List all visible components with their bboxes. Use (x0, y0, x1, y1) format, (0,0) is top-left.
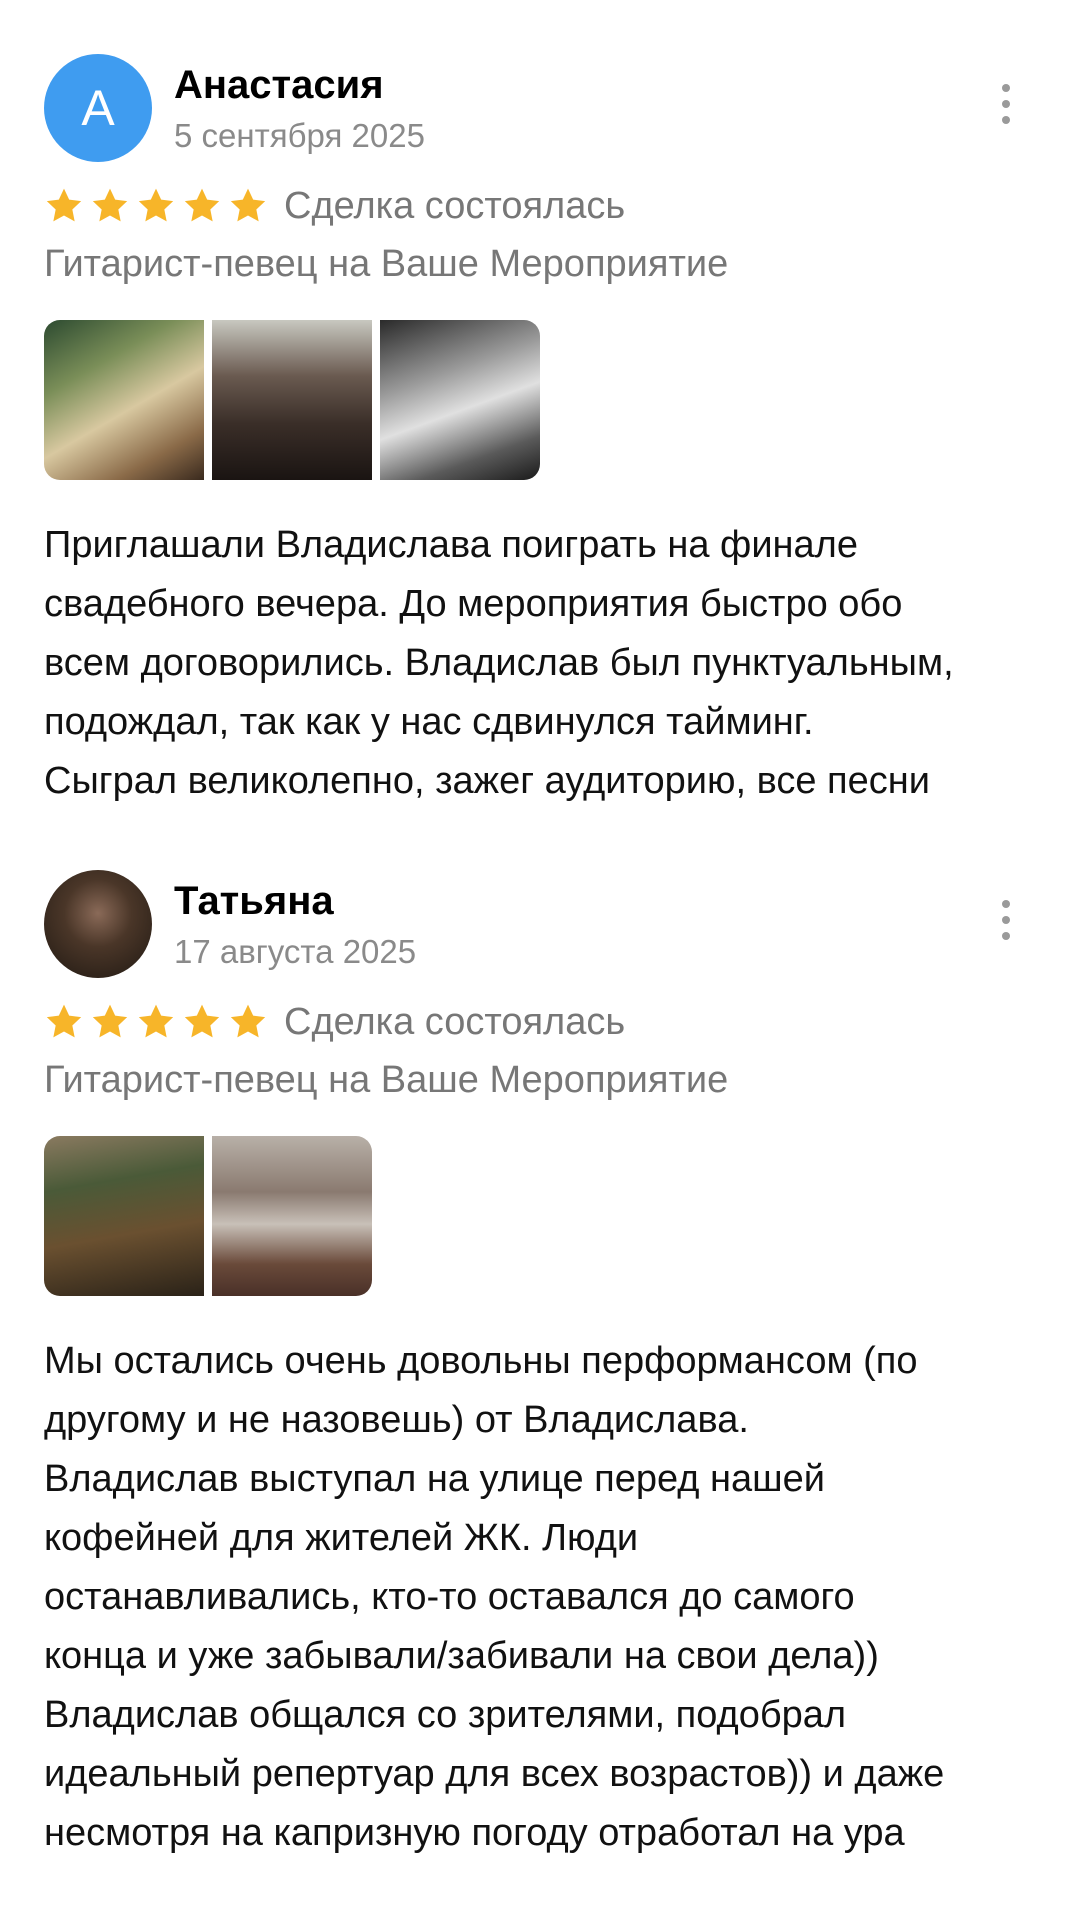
review-photo[interactable] (44, 320, 204, 480)
author-name[interactable]: Анастасия (174, 62, 384, 108)
star-icon (46, 1004, 82, 1038)
more-vertical-icon (1002, 900, 1010, 908)
star-icon (184, 1004, 220, 1038)
star-icon (184, 188, 220, 222)
review-text-line: Владислав общался со зрителями, подобрал (44, 1694, 847, 1736)
review-photos (44, 1136, 1036, 1298)
review-photos (44, 320, 1036, 482)
review-text-line: всем договорились. Владислав был пунктуа… (44, 642, 954, 684)
review-date: 5 сентября 2025 (174, 117, 425, 154)
deal-status: Сделка состоялась (284, 185, 626, 227)
star-icon (46, 188, 82, 222)
avatar[interactable] (44, 870, 152, 978)
review-text-line: конца и уже забывали/забивали на свои де… (44, 1635, 879, 1677)
more-options-button[interactable] (996, 84, 1016, 132)
star-icon (92, 188, 128, 222)
avatar[interactable]: А (44, 54, 152, 162)
review-photo[interactable] (212, 1136, 372, 1296)
star-rating (44, 186, 274, 228)
rating-row: Сделка состоялась (44, 994, 1036, 1050)
review-text-line: Сыграл великолепно, зажег аудиторию, все… (44, 760, 930, 802)
star-icon (92, 1004, 128, 1038)
service-title[interactable]: Гитарист-певец на Ваше Мероприятие (44, 238, 1036, 290)
review-photo[interactable] (44, 1136, 204, 1296)
review-header: Татьяна 17 августа 2025 (44, 870, 1036, 978)
review-text: Приглашали Владислава поиграть на финале… (44, 482, 1036, 811)
more-options-button[interactable] (996, 900, 1016, 948)
review-card: А Анастасия 5 сентября 2025 Сделка состо… (44, 54, 1036, 811)
review-photo[interactable] (380, 320, 540, 480)
review-text-line: останавливались, кто-то оставался до сам… (44, 1576, 855, 1618)
rating-row: Сделка состоялась (44, 178, 1036, 234)
review-text-line: Владислав выступал на улице перед нашей (44, 1458, 825, 1500)
review-date: 17 августа 2025 (174, 933, 417, 970)
star-rating (44, 1002, 274, 1044)
review-text-line: Приглашали Владислава поиграть на финале (44, 524, 858, 566)
review-card: Татьяна 17 августа 2025 Сделка состоялас… (44, 870, 1036, 1863)
author-name[interactable]: Татьяна (174, 878, 334, 924)
review-header: А Анастасия 5 сентября 2025 (44, 54, 1036, 162)
review-text-line: подождал, так как у нас сдвинулся таймин… (44, 701, 814, 743)
review-text: Мы остались очень довольны перформансом … (44, 1298, 1036, 1863)
review-photo[interactable] (212, 320, 372, 480)
star-icon (138, 1004, 174, 1038)
more-vertical-icon (1002, 84, 1010, 92)
star-icon (230, 188, 266, 222)
review-text-line: кофейней для жителей ЖК. Люди (44, 1517, 639, 1559)
review-text-line: свадебного вечера. До мероприятия быстро… (44, 583, 903, 625)
review-text-line: идеальный репертуар для всех возрастов))… (44, 1753, 945, 1795)
star-icon (230, 1004, 266, 1038)
star-icon (138, 188, 174, 222)
service-title[interactable]: Гитарист-певец на Ваше Мероприятие (44, 1054, 1036, 1106)
review-text-line: другому и не назовешь) от Владислава. (44, 1399, 749, 1441)
review-text-line: несмотря на капризную погоду отработал н… (44, 1812, 905, 1854)
deal-status: Сделка состоялась (284, 1001, 626, 1043)
review-text-line: Мы остались очень довольны перформансом … (44, 1340, 918, 1382)
